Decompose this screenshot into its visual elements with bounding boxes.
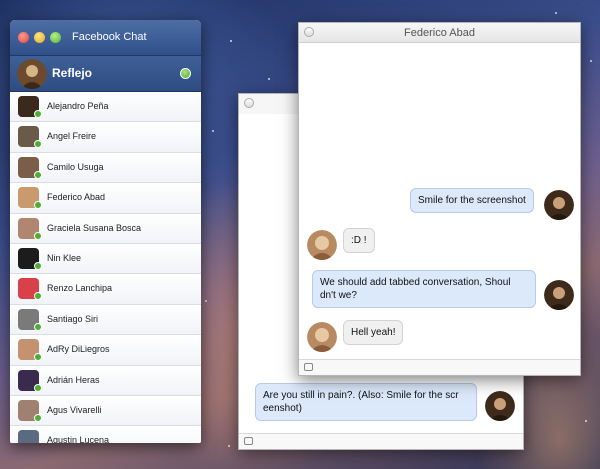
contact-name: Camilo Usuga [47, 161, 104, 172]
buddy-list-window: Facebook Chat Reflejo Alejandro Peña Ange… [10, 20, 201, 443]
contact-name: Santiago Siri [47, 313, 99, 324]
chat-window-federico[interactable]: Federico Abad Smile for the screenshot :… [298, 22, 581, 376]
online-status-icon [34, 231, 42, 240]
contact-name: Adrián Heras [47, 374, 100, 385]
self-name: Reflejo [52, 66, 93, 80]
avatar [18, 430, 39, 443]
contact-name: Graciela Susana Bosca [47, 222, 142, 233]
contact-row[interactable]: Angel Freire [10, 122, 201, 153]
zoom-window-button[interactable] [50, 32, 61, 43]
avatar [544, 190, 574, 220]
self-user-row[interactable]: Reflejo [10, 56, 201, 92]
close-window-button[interactable] [18, 32, 29, 43]
online-status-icon [34, 261, 42, 270]
avatar [544, 280, 574, 310]
star-decoration [268, 78, 270, 80]
message-text: dn't we? [320, 290, 357, 301]
compose-icon [244, 437, 253, 445]
contact-name: Agustin Lucena [47, 435, 110, 443]
contact-row[interactable]: Camilo Usuga [10, 152, 201, 184]
message-input[interactable] [239, 433, 523, 449]
contact-name: Federico Abad [47, 192, 106, 203]
star-decoration [228, 445, 230, 447]
avatar [307, 230, 337, 260]
message-text: Are you still in pain?. (Also: Smile for… [263, 390, 459, 401]
chat-titlebar[interactable]: Federico Abad [299, 23, 580, 43]
star-decoration [212, 130, 214, 132]
contact-name: Renzo Lanchipa [47, 283, 113, 294]
online-status-icon[interactable] [180, 68, 191, 79]
message-bubble: :D ! [343, 228, 375, 253]
online-status-icon [34, 322, 42, 331]
online-status-icon [34, 383, 42, 392]
message-row: Are you still in pain?. (Also: Smile for… [255, 383, 517, 423]
contact-row[interactable]: Agustin Lucena [10, 426, 201, 443]
contact-name: Alejandro Peña [47, 101, 109, 111]
contact-name: Angel Freire [47, 131, 97, 142]
online-status-icon [34, 110, 42, 118]
star-decoration [590, 60, 592, 62]
star-decoration [205, 300, 207, 302]
online-status-icon [34, 353, 42, 362]
message-bubble: Are you still in pain?. (Also: Smile for… [255, 383, 477, 421]
message-row: Smile for the screenshot [299, 188, 582, 224]
contact-row[interactable]: Federico Abad [10, 183, 201, 214]
chat-message-area: Smile for the screenshot :D ! We should … [299, 44, 580, 359]
message-row: We should add tabbed conversation, Shoul… [299, 270, 582, 310]
contact-list: Alejandro Peña Angel Freire Camilo Usuga Fe… [10, 92, 201, 443]
contact-row[interactable]: Alejandro Peña [10, 92, 201, 123]
minimize-window-button[interactable] [34, 32, 45, 43]
window-title: Facebook Chat [72, 31, 147, 43]
contact-name: Nin Klee [47, 252, 82, 263]
star-decoration [230, 40, 232, 42]
star-decoration [585, 420, 587, 422]
message-row: Hell yeah! [299, 320, 582, 356]
close-chat-button[interactable] [244, 98, 254, 108]
avatar [485, 391, 515, 421]
message-text: Hell yeah! [351, 327, 396, 338]
avatar [17, 59, 47, 89]
compose-icon [304, 363, 313, 371]
contact-row[interactable]: Nin Klee [10, 243, 201, 275]
online-status-icon [34, 292, 42, 301]
star-decoration [555, 12, 557, 14]
contact-row[interactable]: AdRy DiLiegros [10, 335, 201, 366]
message-row: :D ! [299, 228, 582, 264]
contact-name: Agus Vivarelli [47, 404, 102, 415]
contact-row[interactable]: Santiago Siri [10, 304, 201, 336]
message-bubble: Smile for the screenshot [410, 188, 534, 213]
contact-row[interactable]: Agus Vivarelli [10, 395, 201, 427]
message-text: Smile for the screenshot [418, 195, 526, 206]
message-text: We should add tabbed conversation, Shoul [320, 277, 511, 288]
message-input[interactable] [299, 359, 580, 375]
online-status-icon [34, 201, 42, 210]
window-titlebar[interactable]: Facebook Chat [10, 20, 201, 56]
online-status-icon [34, 413, 42, 422]
message-text: :D ! [351, 235, 367, 246]
message-text: eenshot) [263, 403, 302, 414]
contact-row[interactable]: Adrián Heras [10, 365, 201, 396]
contact-row[interactable]: Graciela Susana Bosca [10, 213, 201, 244]
contact-row[interactable]: Renzo Lanchipa [10, 274, 201, 305]
chat-title: Federico Abad [404, 27, 475, 39]
online-status-icon [34, 140, 42, 149]
contact-name: AdRy DiLiegros [47, 344, 110, 355]
avatar [307, 322, 337, 352]
online-status-icon [34, 170, 42, 179]
message-bubble: We should add tabbed conversation, Shoul… [312, 270, 536, 308]
message-bubble: Hell yeah! [343, 320, 404, 345]
